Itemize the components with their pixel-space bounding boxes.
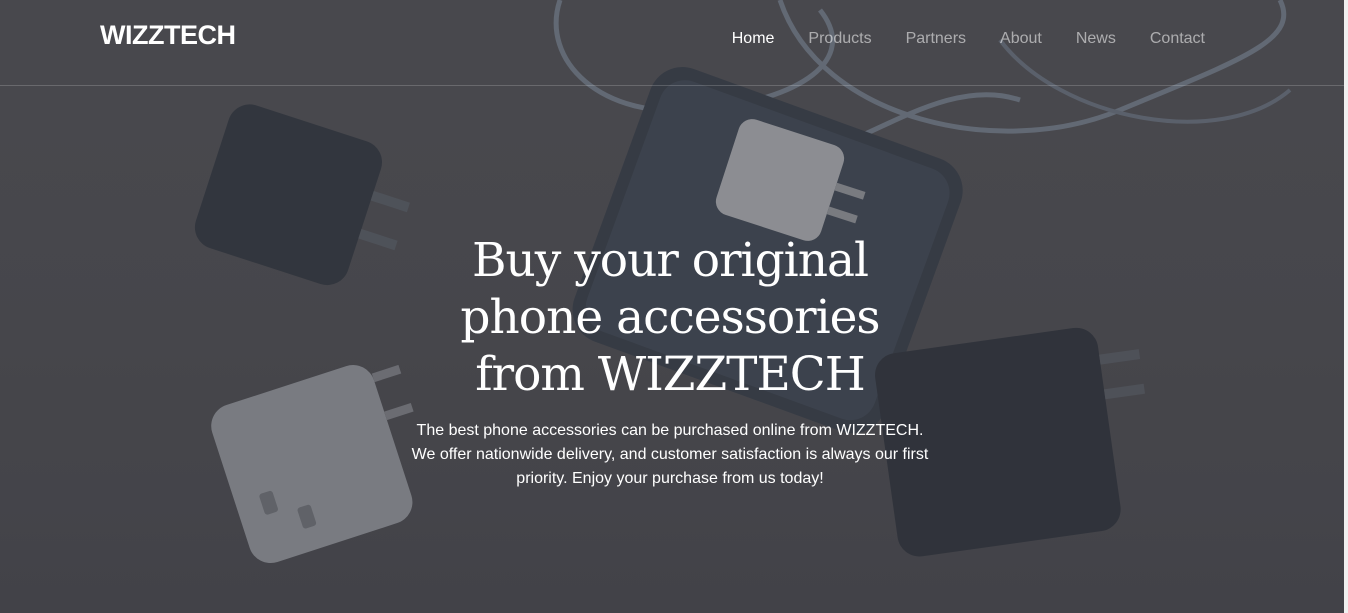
hero-title-line: Buy your original — [471, 233, 869, 288]
hero-title: Buy your original phone accessories from… — [390, 232, 950, 403]
hero-section: WIZZTECH Home Products Partners About Ne… — [0, 0, 1348, 613]
hero-description: The best phone accessories can be purcha… — [411, 422, 929, 487]
nav-menu: Home Products Partners About News Contac… — [715, 30, 1222, 48]
nav-link-products[interactable]: Products — [791, 30, 888, 48]
navbar: WIZZTECH Home Products Partners About Ne… — [0, 0, 1344, 86]
hero-title-line: phone accessories — [460, 290, 880, 345]
hero-title-line: from WIZZTECH — [475, 347, 865, 402]
nav-link-contact[interactable]: Contact — [1133, 30, 1222, 48]
nav-link-news[interactable]: News — [1059, 30, 1133, 48]
brand-logo[interactable]: WIZZTECH — [100, 20, 236, 51]
page-scrollbar[interactable] — [1344, 0, 1348, 613]
nav-link-home[interactable]: Home — [715, 30, 792, 48]
nav-link-partners[interactable]: Partners — [889, 30, 983, 48]
nav-link-about[interactable]: About — [983, 30, 1059, 48]
hero-content: Buy your original phone accessories from… — [0, 232, 1340, 491]
